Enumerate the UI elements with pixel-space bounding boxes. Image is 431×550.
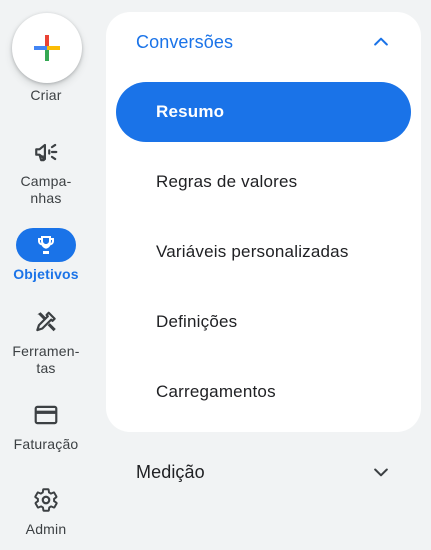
subnav-item-value-rules[interactable]: Regras de valores (116, 152, 411, 212)
create-button[interactable] (12, 13, 82, 83)
subnav-item-label: Definições (156, 312, 238, 331)
section-header-measurement[interactable]: Medição (106, 442, 421, 502)
subnav-item-uploads[interactable]: Carregamentos (116, 362, 411, 422)
section-title: Conversões (136, 32, 234, 52)
credit-card-icon (16, 398, 76, 432)
rail-item-campaigns[interactable]: Campa- nhas (0, 135, 92, 207)
create-label: Criar (30, 87, 62, 103)
section-header-conversions[interactable]: Conversões (106, 12, 421, 72)
subnav-item-label: Regras de valores (156, 172, 298, 191)
rail-item-billing[interactable]: Faturação (0, 398, 92, 453)
rail-item-admin[interactable]: Admin (0, 483, 92, 538)
rail-item-label: Objetivos (13, 266, 79, 282)
tools-icon (16, 305, 76, 339)
gear-icon (16, 483, 76, 517)
subnav-panel: Conversões Resumo Regras de valores Vari… (106, 12, 421, 432)
subnav-item-settings[interactable]: Definições (116, 292, 411, 352)
megaphone-icon (16, 135, 76, 169)
trophy-icon (16, 228, 76, 262)
rail-item-label: Campa- nhas (20, 173, 72, 206)
subnav-item-summary[interactable]: Resumo (116, 82, 411, 142)
subnav-item-label: Resumo (156, 102, 225, 121)
subnav-item-custom-variables[interactable]: Variáveis personalizadas (116, 222, 411, 282)
rail-item-label: Faturação (13, 436, 79, 452)
rail-item-goals[interactable]: Objetivos (0, 228, 92, 283)
rail-item-label: Ferramen- tas (12, 343, 80, 376)
rail-item-tools[interactable]: Ferramen- tas (0, 305, 92, 377)
navigation-rail: Criar Campa- nhas Objetivos Ferramen- ta… (0, 0, 92, 550)
subnav-item-label: Variáveis personalizadas (156, 242, 349, 261)
section-title: Medição (136, 462, 205, 482)
plus-multicolor-icon (34, 35, 60, 61)
rail-item-label: Admin (25, 521, 67, 537)
chevron-down-icon (374, 468, 388, 477)
chevron-up-icon (374, 37, 388, 46)
app-root: Criar Campa- nhas Objetivos Ferramen- ta… (0, 0, 431, 550)
subnav-item-label: Carregamentos (156, 382, 276, 401)
